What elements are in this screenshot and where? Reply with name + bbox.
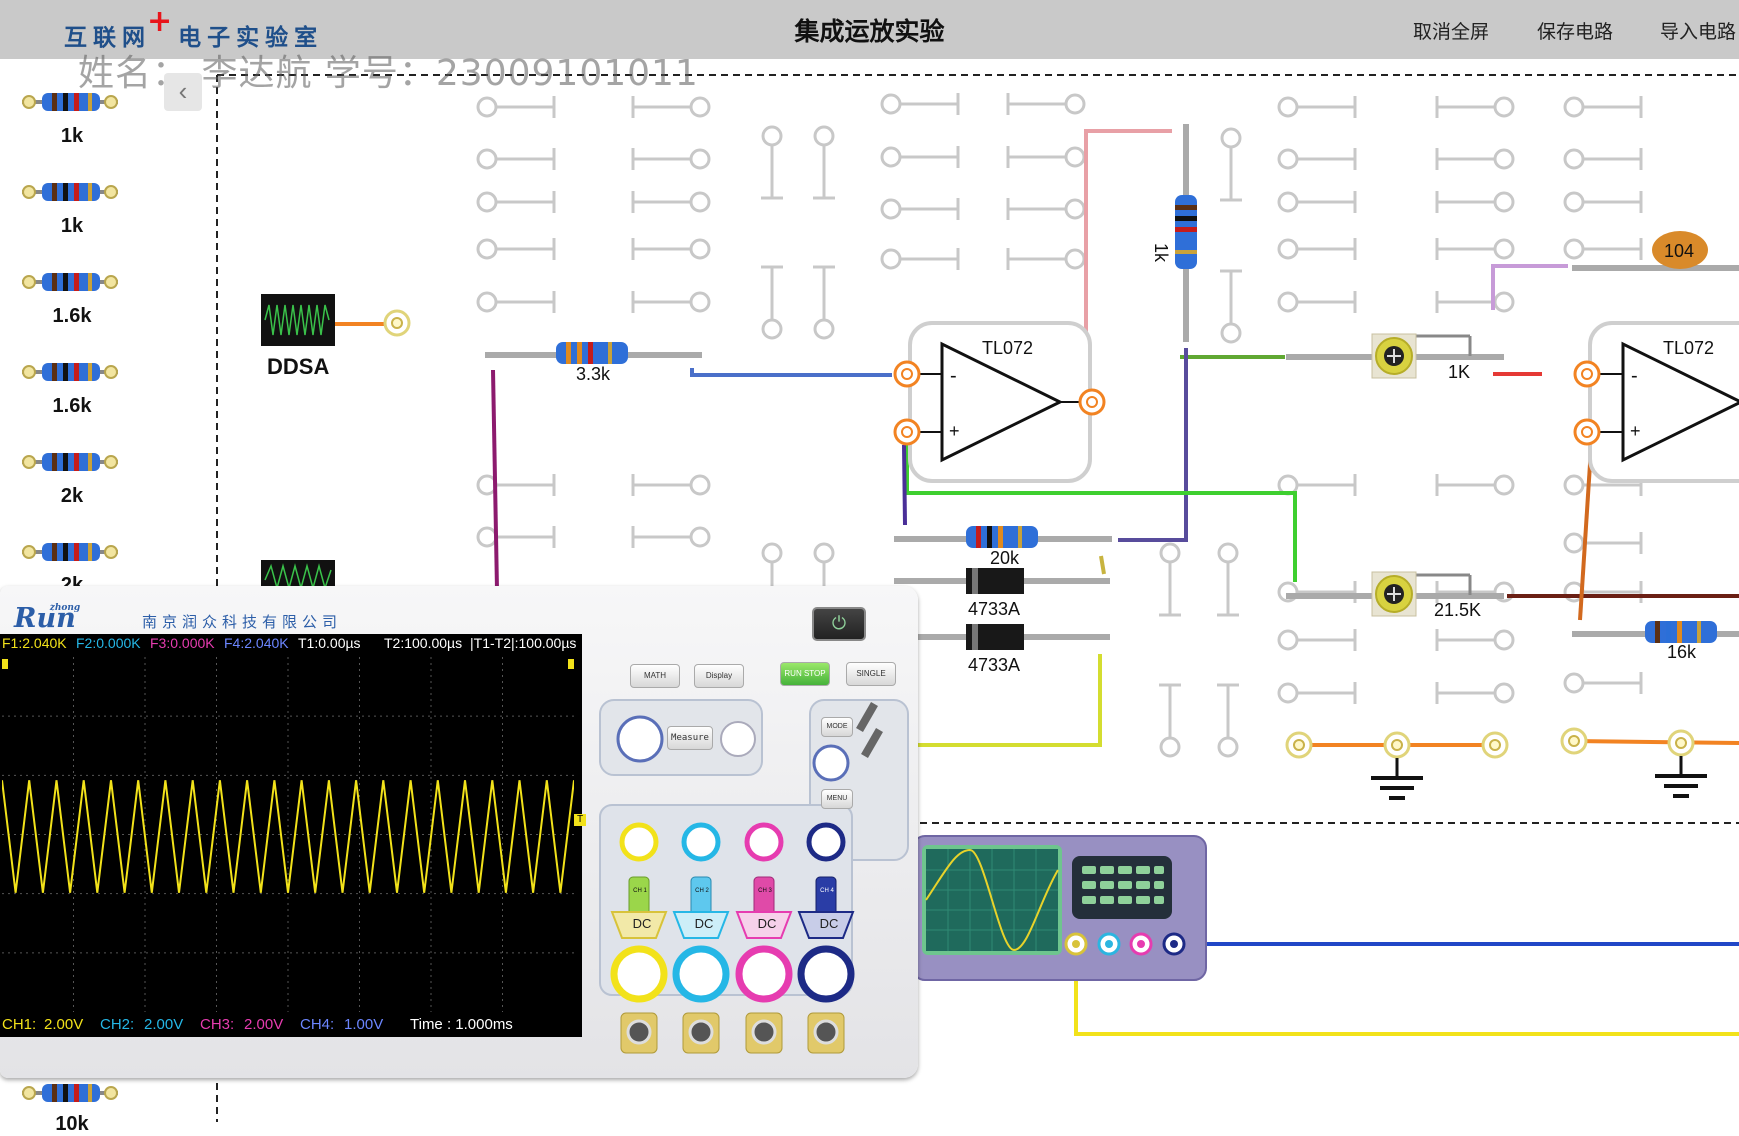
exit-fullscreen-button[interactable]: 取消全屏: [1413, 17, 1489, 44]
ch3-label: CH3:: [200, 1016, 235, 1033]
grid-lines: [2, 657, 574, 1012]
potentiometer-label: 21.5K: [1434, 600, 1481, 620]
oscilloscope-instrument[interactable]: [912, 835, 1207, 981]
ch1-scale: 2.00V: [44, 1016, 84, 1033]
capacitor-label: 104: [1664, 241, 1694, 261]
resistor-1k-feedback[interactable]: [1175, 124, 1197, 342]
resistor-20k[interactable]: [894, 526, 1112, 548]
ch3-coupling[interactable]: DC: [749, 916, 785, 931]
ch4-coupling[interactable]: DC: [811, 916, 847, 931]
ch4-scale: 1.00V: [344, 1016, 384, 1033]
math-button[interactable]: MATH: [630, 664, 680, 688]
t1-readout: T1:0.00µs: [298, 635, 361, 651]
opamp-2-label: TL072: [1663, 338, 1714, 358]
resistor-3-3k[interactable]: [485, 342, 702, 364]
run-stop-button[interactable]: RUN STOP: [780, 662, 830, 686]
resistor-16k[interactable]: [1572, 621, 1739, 643]
opamp-1-label: TL072: [982, 338, 1033, 358]
ch2-scale: 2.00V: [144, 1016, 184, 1033]
ddsa-source[interactable]: [261, 294, 411, 346]
resistor-label: 20k: [990, 548, 1020, 568]
cursor-marker-1-label: 1: [0, 649, 5, 659]
display-button[interactable]: Display: [694, 664, 744, 688]
ground-rail-1[interactable]: [1285, 731, 1509, 800]
t2-readout: T2:100.00µs: [384, 635, 463, 651]
scope-brand-logo: Runzhong: [14, 603, 81, 634]
f2-readout: F2:0.000K: [76, 635, 141, 651]
single-button[interactable]: SINGLE: [846, 662, 896, 686]
delta-t-readout: |T1-T2|:100.00µs: [470, 635, 577, 651]
cursor-marker-2[interactable]: [568, 659, 574, 669]
minus-sign: -: [1631, 365, 1638, 387]
ch1-label: CH1:: [2, 1016, 37, 1033]
ch2-label: CH2:: [100, 1016, 135, 1033]
minus-sign: -: [950, 365, 957, 387]
cursor-marker-2-label: 2: [566, 649, 572, 659]
cursor-marker-1[interactable]: [2, 659, 8, 669]
ch2-button[interactable]: CH 2: [692, 888, 712, 895]
resistor-label: 1k: [1151, 243, 1171, 263]
measure-button[interactable]: Measure: [667, 726, 713, 750]
potentiometer-1k[interactable]: [1286, 333, 1504, 379]
potentiometer-label: 1K: [1448, 362, 1470, 382]
f1-readout: F1:2.040K: [2, 635, 67, 651]
save-circuit-button[interactable]: 保存电路: [1537, 17, 1613, 44]
ch4-label: CH4:: [300, 1016, 335, 1033]
ground-rail-2[interactable]: [1560, 727, 1709, 798]
plus-sign: +: [1630, 421, 1641, 441]
f3-readout: F3:0.000K: [150, 635, 215, 651]
timebase-readout: Time : 1.000ms: [410, 1016, 513, 1033]
zener-diode-1[interactable]: [894, 568, 1110, 594]
ch4-button[interactable]: CH 4: [817, 888, 837, 895]
scope-control-panel: [599, 699, 909, 1054]
trigger-level-knob[interactable]: [812, 744, 850, 782]
ch3-button[interactable]: CH 3: [755, 888, 775, 895]
ddsa-label: DDSA: [267, 354, 329, 379]
resistor-label: 3.3k: [576, 364, 611, 384]
menu-button[interactable]: MENU: [821, 789, 853, 809]
ch1-waveform: [2, 780, 574, 893]
multipurpose-knob-a[interactable]: [616, 715, 664, 763]
bnc-connectors[interactable]: [620, 1012, 845, 1054]
diode-label: 4733A: [968, 655, 1020, 675]
scope-company: 南京润众科技有限公司: [142, 613, 343, 631]
diode-label: 4733A: [968, 599, 1020, 619]
resistor-label: 16k: [1667, 642, 1697, 662]
zener-diode-2[interactable]: [894, 624, 1110, 650]
mode-button[interactable]: MODE: [821, 717, 853, 737]
ch1-coupling[interactable]: DC: [624, 916, 660, 931]
f4-readout: F4:2.040K: [224, 635, 289, 651]
plus-sign: +: [949, 421, 960, 441]
trigger-marker[interactable]: T: [574, 814, 586, 826]
import-circuit-button[interactable]: 导入电路: [1660, 17, 1736, 44]
student-info: 姓名： 李达航 学号：23009101011: [78, 53, 699, 94]
ch1-button[interactable]: CH 1: [630, 888, 650, 895]
ch2-coupling[interactable]: DC: [686, 916, 722, 931]
scope-graticule: [2, 657, 574, 1012]
power-icon[interactable]: ⏻: [812, 607, 866, 641]
ch3-scale: 2.00V: [244, 1016, 284, 1033]
multipurpose-knob-b[interactable]: [720, 721, 756, 757]
opamp-2[interactable]: [1573, 321, 1739, 483]
